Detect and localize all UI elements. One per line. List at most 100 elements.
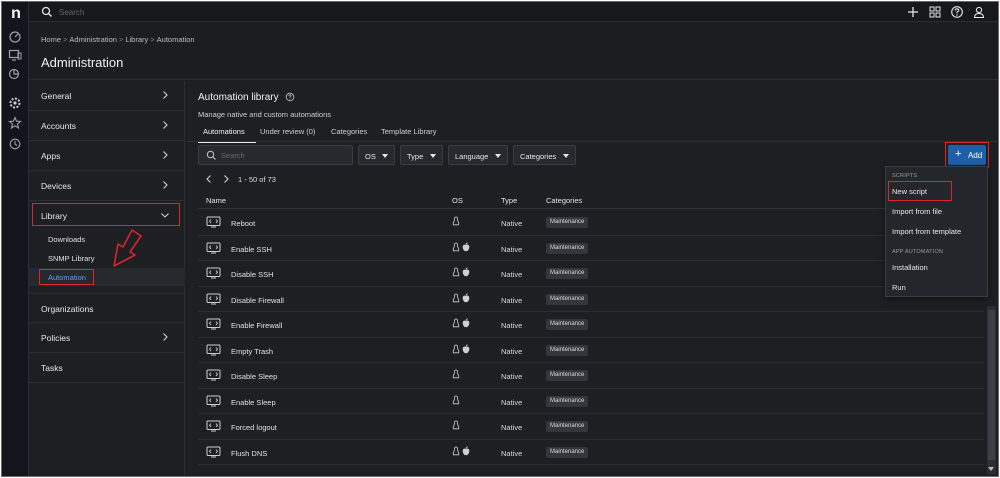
- sidebar-item-apps[interactable]: Apps: [29, 141, 185, 171]
- table-row[interactable]: Empty Trash Native Maintenance: [198, 338, 984, 363]
- sidebar-item-tasks[interactable]: Tasks: [29, 353, 185, 383]
- monitoring-icon[interactable]: [8, 67, 22, 81]
- filter-os-dropdown[interactable]: OS: [358, 145, 395, 165]
- breadcrumb-library[interactable]: Library: [125, 35, 148, 44]
- sidebar-subitem-automation[interactable]: Automation: [48, 273, 86, 282]
- linux-icon: [452, 344, 462, 356]
- table-row[interactable]: Forced logout Native Maintenance: [198, 414, 984, 440]
- scroll-down-arrow-icon[interactable]: [988, 467, 994, 471]
- devices-icon[interactable]: [8, 48, 22, 62]
- table-scrollbar[interactable]: [987, 306, 996, 474]
- tab-automations[interactable]: Automations: [203, 127, 245, 136]
- menu-item-installation[interactable]: Installation: [892, 263, 928, 272]
- sidebar-subitem-snmp-library[interactable]: SNMP Library: [48, 254, 95, 263]
- apple-icon: [462, 241, 472, 254]
- sidebar-item-general[interactable]: General: [29, 81, 185, 111]
- apps-grid-icon[interactable]: [928, 5, 942, 19]
- caret-down-icon: [382, 154, 388, 158]
- automation-name[interactable]: Disable Firewall: [231, 296, 284, 305]
- breadcrumb: Home > Administration > Library > Automation: [41, 35, 195, 44]
- filter-categories-dropdown[interactable]: Categories: [513, 145, 576, 165]
- column-header-categories[interactable]: Categories: [546, 196, 582, 205]
- filter-type-dropdown[interactable]: Type: [400, 145, 443, 165]
- linux-icon: [452, 420, 462, 432]
- automation-name[interactable]: Disable Sleep: [231, 372, 277, 381]
- automation-search-box[interactable]: [198, 145, 353, 165]
- os-icons: [452, 343, 472, 356]
- automation-type: Native: [501, 397, 523, 407]
- chevron-right-icon: [160, 180, 170, 190]
- sidebar-item-policies[interactable]: Policies: [29, 323, 185, 353]
- column-header-os[interactable]: OS: [452, 196, 463, 205]
- table-row[interactable]: Disable SSH Native Maintenance: [198, 261, 984, 287]
- sidebar-item-organizations[interactable]: Organizations: [29, 293, 185, 323]
- column-header-type[interactable]: Type: [501, 196, 517, 205]
- favorites-star-icon[interactable]: [8, 116, 22, 130]
- search-icon: [41, 6, 53, 18]
- apple-icon: [462, 267, 472, 279]
- automation-name[interactable]: Enable SSH: [231, 245, 272, 254]
- dashboard-icon[interactable]: [8, 30, 22, 44]
- help-circle-icon[interactable]: [285, 92, 295, 102]
- tab-template-library[interactable]: Template Library: [381, 127, 436, 136]
- settings-gear-icon[interactable]: [8, 96, 22, 110]
- automation-name[interactable]: Forced logout: [231, 423, 277, 432]
- table-row[interactable]: Disable Firewall Native Maintenance: [198, 287, 984, 312]
- script-icon: [206, 267, 221, 279]
- history-icon[interactable]: [8, 137, 22, 151]
- table-row[interactable]: Enable Firewall Native Maintenance: [198, 312, 984, 338]
- automation-name[interactable]: Flush DNS: [231, 449, 267, 458]
- script-icon: [206, 318, 221, 330]
- breadcrumb-home[interactable]: Home: [41, 35, 61, 44]
- script-icon: [206, 242, 221, 254]
- tab-under-review[interactable]: Under review (0): [260, 127, 315, 136]
- os-icons: [452, 292, 472, 305]
- automation-name[interactable]: Enable Sleep: [231, 398, 276, 407]
- page-title: Administration: [41, 55, 124, 70]
- sidebar-item-devices[interactable]: Devices: [29, 171, 185, 201]
- automation-name[interactable]: Reboot: [231, 219, 255, 228]
- sidebar-item-accounts[interactable]: Accounts: [29, 111, 185, 141]
- user-account-icon[interactable]: [972, 5, 986, 19]
- caret-down-icon: [495, 154, 501, 158]
- menu-item-import-from-template[interactable]: Import from template: [892, 227, 961, 236]
- previous-page-icon[interactable]: [204, 174, 214, 184]
- add-dropdown-menu: SCRIPTS New script Import from file Impo…: [885, 166, 988, 297]
- help-icon[interactable]: [950, 5, 964, 19]
- filter-language-dropdown[interactable]: Language: [448, 145, 508, 165]
- linux-icon: [452, 369, 462, 381]
- menu-item-new-script[interactable]: New script: [892, 187, 927, 196]
- next-page-icon[interactable]: [221, 174, 231, 184]
- menu-item-import-from-file[interactable]: Import from file: [892, 207, 942, 216]
- add-button[interactable]: + Add: [948, 145, 986, 165]
- app-window: n Search Home > Administration > Library…: [1, 1, 999, 477]
- page-header: Home > Administration > Library > Automation A…: [29, 22, 998, 80]
- add-plus-icon[interactable]: [906, 5, 920, 19]
- automation-name[interactable]: Enable Firewall: [231, 321, 282, 330]
- category-badge: Maintenance: [546, 319, 589, 330]
- automation-name[interactable]: Empty Trash: [231, 347, 273, 356]
- chevron-right-icon: [160, 90, 170, 100]
- left-rail: n: [2, 2, 29, 476]
- table-row[interactable]: Reboot Native Maintenance: [198, 210, 984, 236]
- table-row[interactable]: Disable Sleep Native Maintenance: [198, 363, 984, 389]
- script-icon: [206, 420, 221, 432]
- table-row[interactable]: Enable SSH Native Maintenance: [198, 236, 984, 261]
- automation-type: Native: [501, 295, 523, 305]
- table-row[interactable]: Flush DNS Native Maintenance: [198, 440, 984, 465]
- automation-name[interactable]: Disable SSH: [231, 270, 274, 279]
- global-search-input[interactable]: [59, 5, 259, 19]
- app-logo-icon[interactable]: n: [8, 6, 24, 22]
- column-header-name[interactable]: Name: [206, 196, 226, 205]
- table-row[interactable]: Enable Sleep Native Maintenance: [198, 389, 984, 414]
- scrollbar-thumb[interactable]: [988, 310, 995, 460]
- sidebar-subitem-downloads[interactable]: Downloads: [48, 235, 85, 244]
- category-badge: Maintenance: [546, 344, 589, 356]
- automation-search-input[interactable]: [221, 149, 341, 161]
- tab-categories[interactable]: Categories: [331, 127, 367, 136]
- linux-icon: [452, 267, 462, 279]
- breadcrumb-administration[interactable]: Administration: [69, 35, 117, 44]
- automation-type: Native: [501, 423, 523, 432]
- menu-item-run[interactable]: Run: [892, 283, 906, 292]
- tabs-divider: [186, 141, 998, 142]
